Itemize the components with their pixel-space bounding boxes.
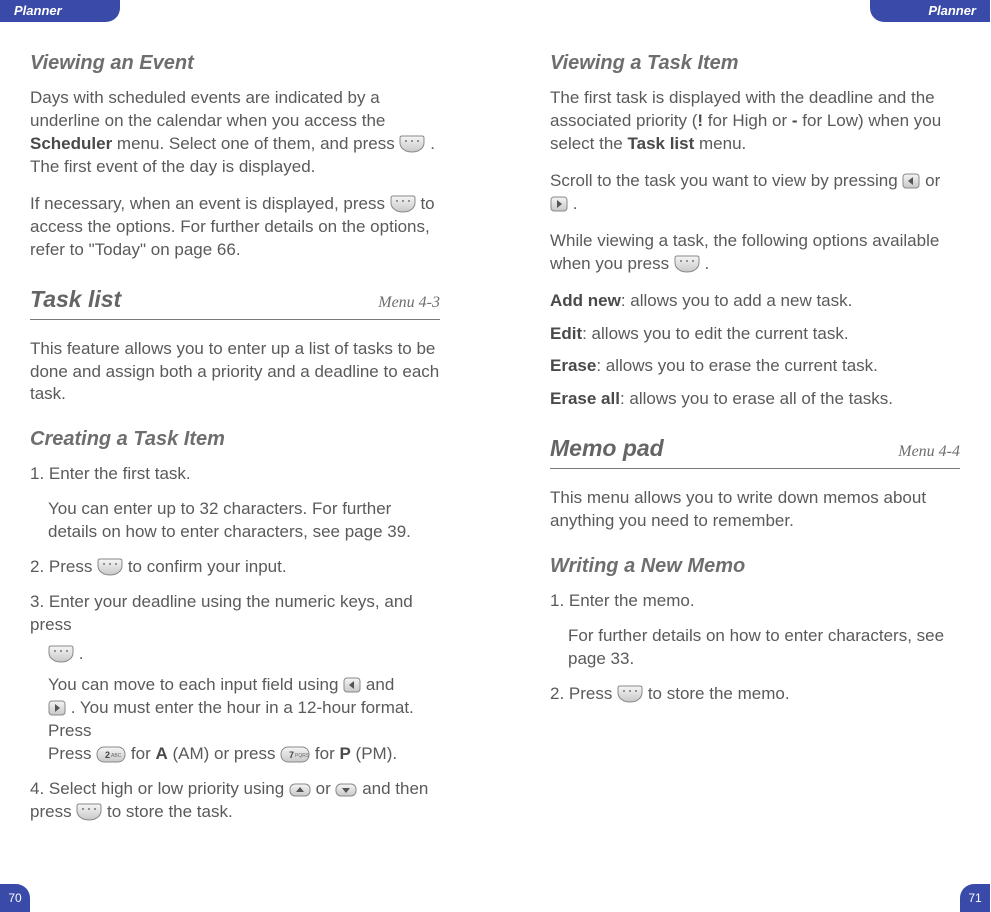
arrow-down-icon	[335, 783, 357, 797]
heading-viewing-event: Viewing an Event	[30, 50, 440, 77]
arrow-left-icon	[902, 173, 920, 189]
step-4: 4. Select high or low priority using or …	[30, 778, 440, 824]
paragraph: Days with scheduled events are indicated…	[30, 87, 440, 179]
step-1-note: For further details on how to enter char…	[568, 625, 960, 671]
page-number-left: 70	[0, 884, 30, 912]
option-definitions: Add new: allows you to add a new task. E…	[550, 290, 960, 412]
def-erase-all: Erase all: allows you to erase all of th…	[550, 388, 960, 411]
key-7-icon	[280, 746, 310, 763]
step-3-note: You can move to each input field using a…	[48, 674, 440, 766]
heading-creating-task: Creating a Task Item	[30, 426, 440, 453]
heading-task-list: Task list Menu 4-3	[30, 284, 440, 320]
paragraph: While viewing a task, the following opti…	[550, 230, 960, 276]
page-right: Planner Viewing a Task Item The first ta…	[495, 0, 990, 912]
step-1: 1. Enter the memo.	[550, 590, 960, 613]
page-left: Planner Viewing an Event Days with sched…	[0, 0, 495, 912]
header-tab-left: Planner	[0, 0, 120, 22]
step-1-note: You can enter up to 32 characters. For f…	[48, 498, 440, 544]
key-2-icon	[96, 746, 126, 763]
paragraph: The first task is displayed with the dea…	[550, 87, 960, 156]
paragraph: If necessary, when an event is displayed…	[30, 193, 440, 262]
arrow-right-icon	[550, 196, 568, 212]
content-left: Viewing an Event Days with scheduled eve…	[30, 50, 440, 836]
menu-ref: Menu 4-3	[378, 292, 440, 314]
step-3: 3. Enter your deadline using the numeric…	[30, 591, 440, 637]
def-erase: Erase: allows you to erase the current t…	[550, 355, 960, 378]
content-right: Viewing a Task Item The first task is di…	[550, 50, 960, 718]
paragraph: Scroll to the task you want to view by p…	[550, 170, 960, 216]
softkey-left-icon	[97, 558, 123, 576]
def-add-new: Add new: allows you to add a new task.	[550, 290, 960, 313]
paragraph: This menu allows you to write down memos…	[550, 487, 960, 533]
heading-memo-pad: Memo pad Menu 4-4	[550, 433, 960, 469]
header-tab-right: Planner	[870, 0, 990, 22]
step-2: 2. Press to store the memo.	[550, 683, 960, 706]
menu-ref: Menu 4-4	[898, 441, 960, 463]
softkey-right-icon	[390, 195, 416, 213]
paragraph: This feature allows you to enter up a li…	[30, 338, 440, 407]
step-3-key: .	[48, 643, 440, 666]
heading-viewing-task: Viewing a Task Item	[550, 50, 960, 77]
arrow-up-icon	[289, 783, 311, 797]
softkey-left-icon	[48, 645, 74, 663]
page-number-right: 71	[960, 884, 990, 912]
softkey-right-icon	[674, 255, 700, 273]
softkey-left-icon	[617, 685, 643, 703]
arrow-left-icon	[343, 677, 361, 693]
heading-writing-memo: Writing a New Memo	[550, 553, 960, 580]
arrow-right-icon	[48, 700, 66, 716]
def-edit: Edit: allows you to edit the current tas…	[550, 323, 960, 346]
step-2: 2. Press to confirm your input.	[30, 556, 440, 579]
softkey-left-icon	[76, 803, 102, 821]
step-1: 1. Enter the first task.	[30, 463, 440, 486]
softkey-left-icon	[399, 135, 425, 153]
